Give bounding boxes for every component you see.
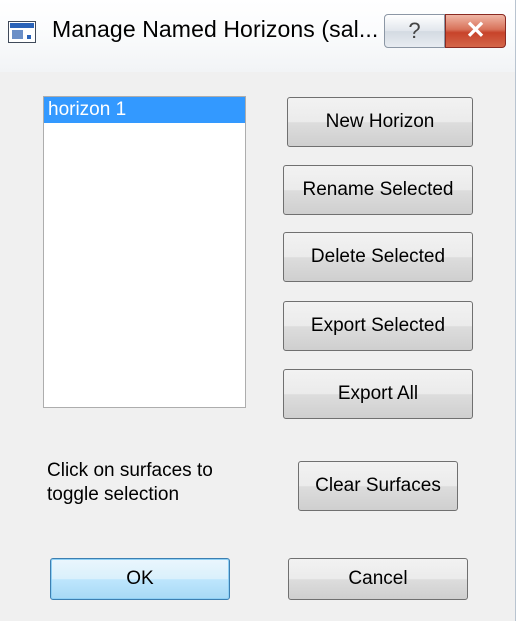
list-item[interactable]: horizon 1 (44, 97, 245, 123)
export-selected-button[interactable]: Export Selected (283, 301, 473, 351)
hint-line-1: Click on surfaces to (47, 460, 213, 481)
cancel-button[interactable]: Cancel (288, 558, 468, 600)
ok-button[interactable]: OK (50, 558, 230, 600)
title-bar[interactable]: Manage Named Horizons (sal... ? ✕ (0, 0, 515, 72)
new-horizon-button[interactable]: New Horizon (287, 97, 473, 147)
help-icon: ? (408, 18, 421, 43)
close-icon: ✕ (465, 17, 486, 44)
rename-selected-button[interactable]: Rename Selected (283, 165, 473, 215)
export-all-button[interactable]: Export All (283, 369, 473, 419)
help-button[interactable]: ? (384, 14, 445, 48)
delete-selected-button[interactable]: Delete Selected (283, 232, 473, 282)
clear-surfaces-button[interactable]: Clear Surfaces (298, 461, 458, 511)
dialog-window: Manage Named Horizons (sal... ? ✕ horizo… (0, 0, 516, 621)
selection-hint: Click on surfaces to toggle selection (47, 459, 247, 507)
window-title: Manage Named Horizons (sal... (52, 16, 379, 42)
window-app-icon (8, 21, 36, 43)
close-button[interactable]: ✕ (445, 14, 506, 48)
horizon-listbox[interactable]: horizon 1 (43, 96, 246, 408)
hint-line-2: toggle selection (47, 484, 180, 505)
